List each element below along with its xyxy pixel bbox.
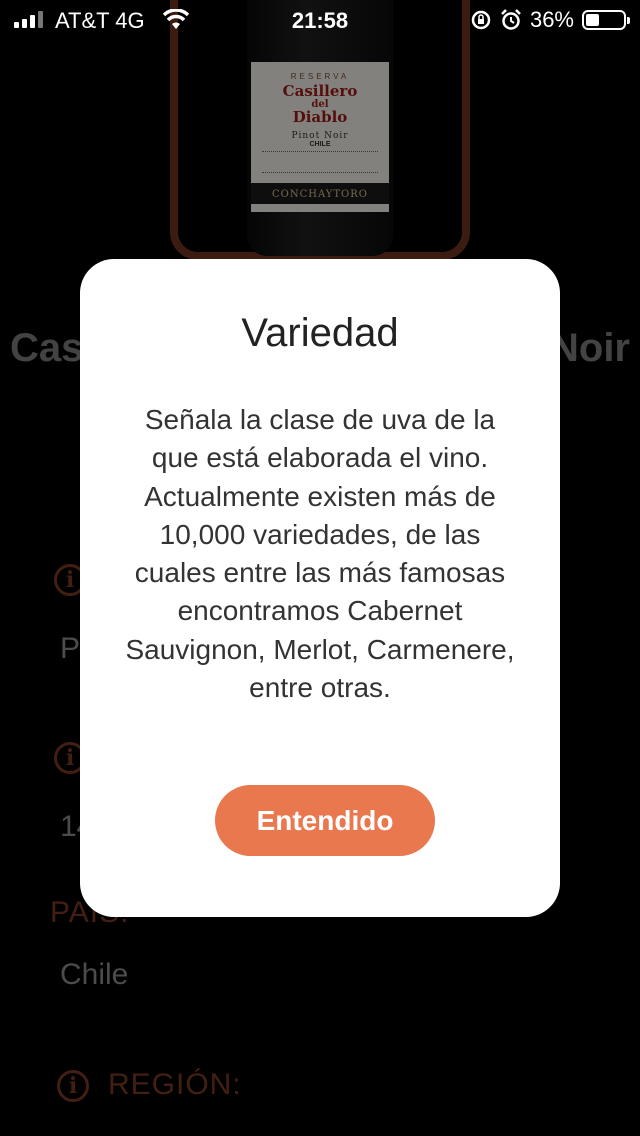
- status-bar: AT&T 4G 21:58 36%: [0, 0, 640, 40]
- dialog-title: Variedad: [241, 311, 399, 355]
- alarm-icon: [501, 9, 521, 30]
- battery-percent: 36%: [529, 7, 574, 32]
- info-dialog: Variedad Señala la clase de uva de la qu…: [80, 259, 560, 917]
- dialog-body: Señala la clase de uva de la que está el…: [125, 404, 515, 704]
- battery-icon: [582, 10, 630, 30]
- rotation-lock-icon: [471, 10, 491, 30]
- understood-button[interactable]: Entendido: [215, 785, 435, 856]
